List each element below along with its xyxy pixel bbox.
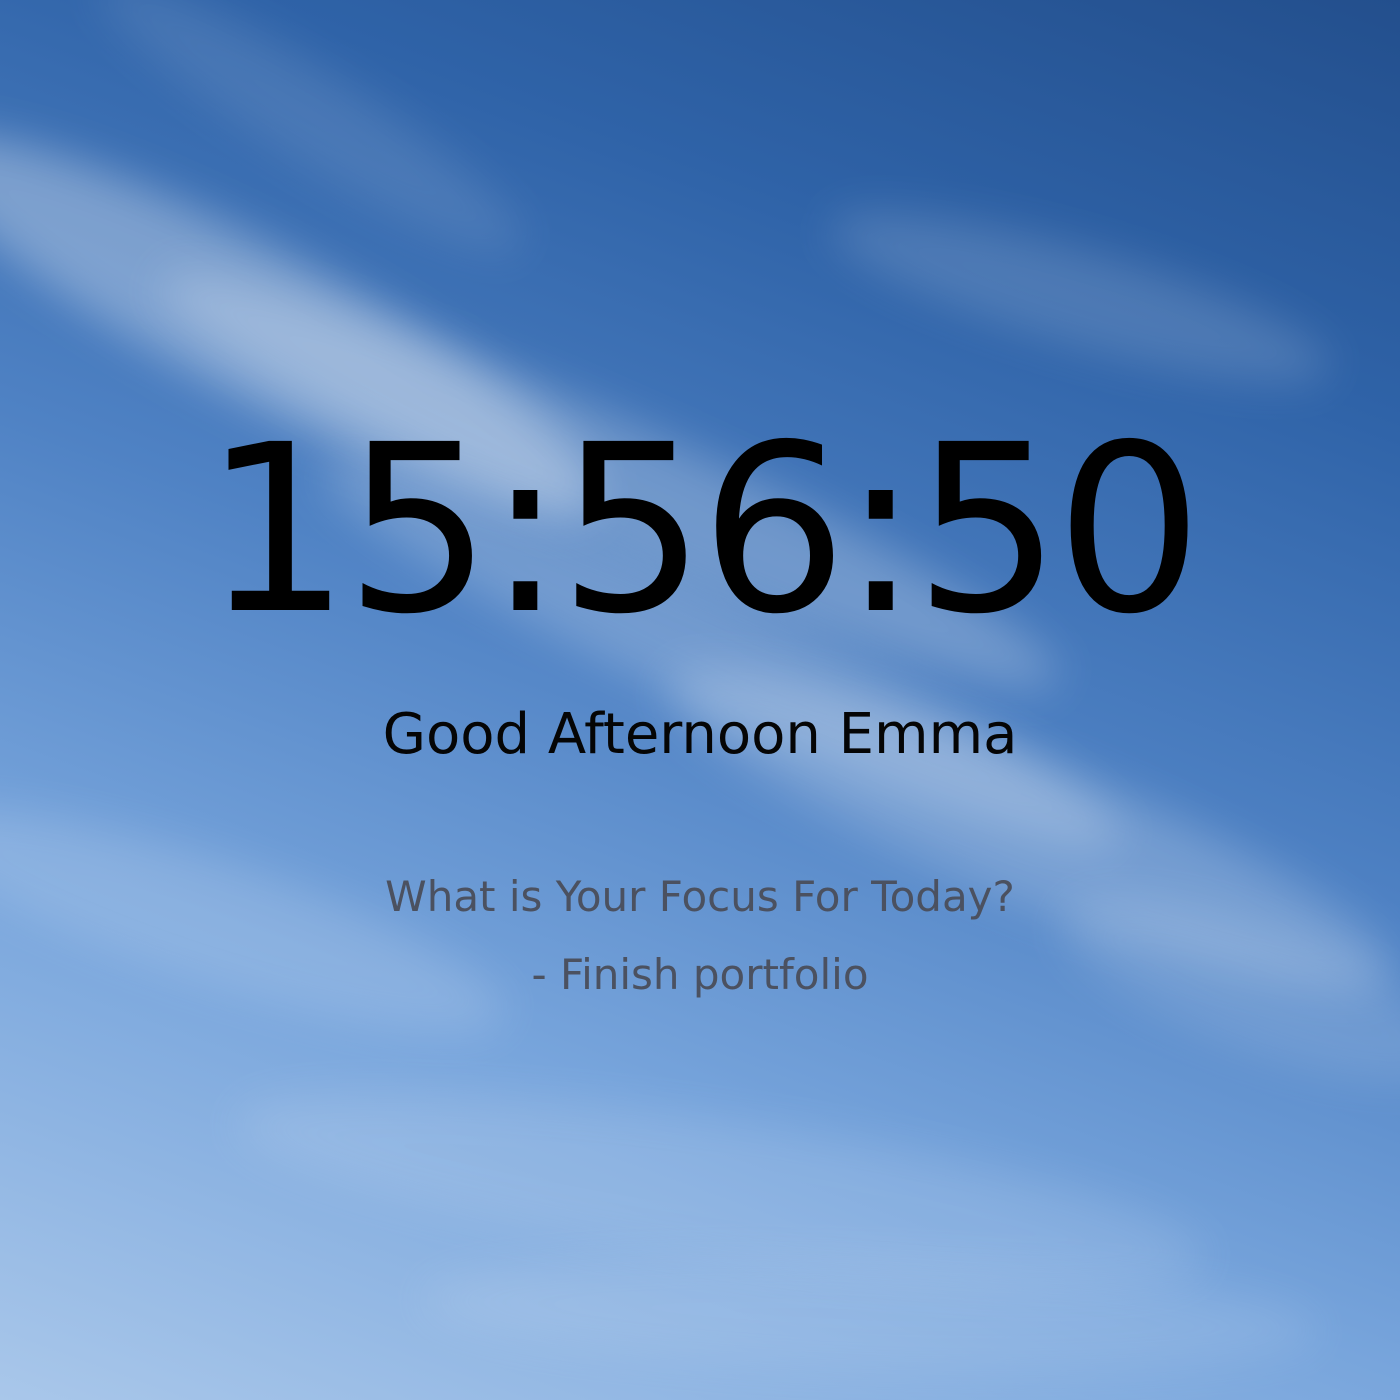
focus-prompt: What is Your Focus For Today? — [385, 872, 1015, 921]
dashboard-content: 15:56:50 Good Afternoon Emma What is You… — [0, 0, 1400, 1400]
clock-time: 15:56:50 — [203, 395, 1203, 665]
greeting-text: Good Afternoon Emma — [382, 702, 1018, 767]
focus-value[interactable]: - Finish portfolio — [0, 951, 1400, 998]
